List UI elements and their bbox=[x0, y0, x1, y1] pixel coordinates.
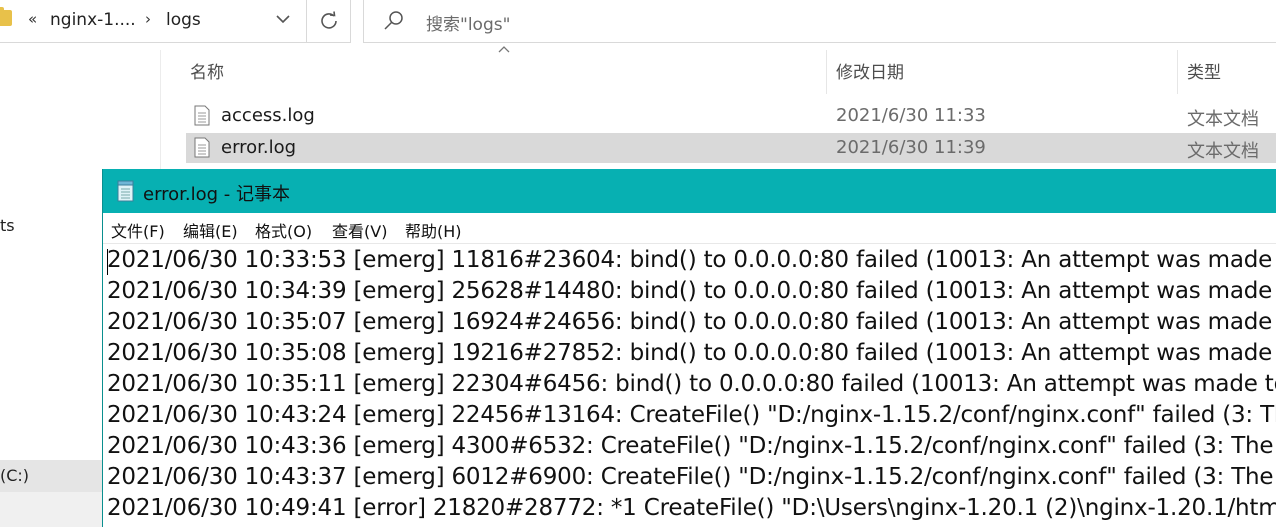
notepad-icon bbox=[117, 180, 134, 202]
column-divider[interactable] bbox=[826, 50, 827, 94]
menu-edit[interactable]: 编辑(E) bbox=[183, 218, 238, 242]
column-header-modified[interactable]: 修改日期 bbox=[836, 58, 904, 88]
text-editor-area[interactable]: 2021/06/30 10:33:53 [emerg] 11816#23604:… bbox=[103, 243, 1276, 528]
breadcrumb-current[interactable]: logs bbox=[166, 10, 201, 30]
folder-icon bbox=[0, 7, 12, 26]
log-line: 2021/06/30 10:43:36 [emerg] 4300#6532: C… bbox=[107, 433, 1276, 459]
nav-pane-item-selected[interactable] bbox=[0, 492, 102, 527]
pane-divider bbox=[160, 50, 161, 170]
breadcrumb-parent[interactable]: nginx-1.... bbox=[50, 10, 136, 30]
file-modified: 2021/6/30 11:39 bbox=[836, 137, 986, 158]
search-box[interactable]: 搜索"logs" bbox=[363, 0, 1276, 43]
sort-ascending-icon bbox=[498, 46, 510, 53]
log-line: 2021/06/30 10:49:41 [error] 21820#28772:… bbox=[107, 495, 1276, 521]
file-name[interactable]: error.log bbox=[221, 137, 296, 158]
menu-bar: 文件(F) 编辑(E) 格式(O) 查看(V) 帮助(H) bbox=[103, 213, 1276, 243]
file-type: 文本文档 bbox=[1187, 109, 1259, 130]
address-bar[interactable]: « nginx-1.... › logs bbox=[0, 0, 351, 43]
menu-format[interactable]: 格式(O) bbox=[255, 218, 312, 242]
notepad-titlebar[interactable]: error.log - 记事本 bbox=[103, 169, 1276, 213]
log-line: 2021/06/30 10:43:24 [emerg] 22456#13164:… bbox=[107, 402, 1276, 428]
text-file-icon bbox=[194, 105, 210, 126]
text-file-icon bbox=[194, 137, 210, 158]
menu-help[interactable]: 帮助(H) bbox=[405, 218, 462, 242]
log-line: 2021/06/30 10:35:07 [emerg] 16924#24656:… bbox=[107, 309, 1276, 335]
log-line: 2021/06/30 10:43:37 [emerg] 6012#6900: C… bbox=[107, 464, 1276, 490]
chevron-down-icon[interactable] bbox=[272, 8, 294, 30]
column-divider[interactable] bbox=[1177, 50, 1178, 94]
log-line: 2021/06/30 10:33:53 [emerg] 11816#23604:… bbox=[107, 247, 1276, 273]
refresh-icon bbox=[321, 11, 337, 29]
nav-pane-drive-c[interactable]: (C:) bbox=[0, 460, 102, 492]
drive-label: (C:) bbox=[0, 466, 30, 485]
nav-pane-item[interactable]: ts bbox=[0, 216, 15, 235]
file-modified: 2021/6/30 11:33 bbox=[836, 105, 986, 126]
breadcrumb-overflow[interactable]: « bbox=[28, 10, 37, 28]
log-line: 2021/06/30 10:34:39 [emerg] 25628#14480:… bbox=[107, 278, 1276, 304]
breadcrumb-separator-icon[interactable]: › bbox=[145, 10, 151, 28]
menu-file[interactable]: 文件(F) bbox=[111, 218, 165, 242]
file-row-selected[interactable]: error.log 2021/6/30 11:39 文本文档 bbox=[186, 133, 1276, 163]
file-name[interactable]: access.log bbox=[221, 105, 315, 126]
log-line: 2021/06/30 10:35:08 [emerg] 19216#27852:… bbox=[107, 340, 1276, 366]
refresh-button[interactable] bbox=[306, 0, 351, 42]
file-row[interactable]: access.log 2021/6/30 11:33 文本文档 bbox=[186, 101, 1276, 131]
log-line: 2021/06/30 10:35:11 [emerg] 22304#6456: … bbox=[107, 371, 1276, 397]
file-type: 文本文档 bbox=[1187, 141, 1259, 162]
column-header-name[interactable]: 名称 bbox=[190, 58, 224, 88]
menu-view[interactable]: 查看(V) bbox=[332, 218, 387, 242]
notepad-window[interactable]: error.log - 记事本 文件(F) 编辑(E) 格式(O) 查看(V) … bbox=[102, 169, 1276, 528]
column-header-type[interactable]: 类型 bbox=[1187, 58, 1221, 88]
window-title: error.log - 记事本 bbox=[143, 184, 291, 205]
search-icon bbox=[384, 11, 403, 30]
search-placeholder[interactable]: 搜索"logs" bbox=[426, 10, 510, 35]
